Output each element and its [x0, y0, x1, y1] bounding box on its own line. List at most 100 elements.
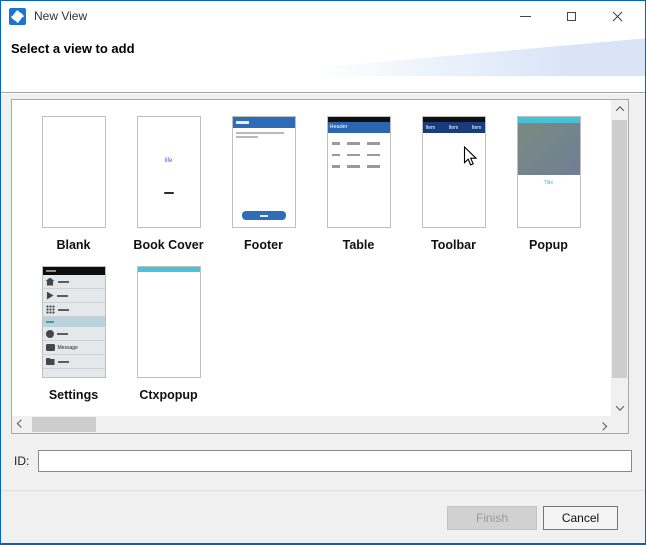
- footer-button: [242, 211, 286, 220]
- horizontal-scrollbar-thumb[interactable]: [32, 417, 96, 432]
- settings-list-item: [43, 355, 105, 369]
- gallery-item-label: Ctxpopup: [139, 388, 197, 402]
- wizard-banner: Select a view to add: [1, 31, 645, 93]
- gallery-item-thumbnail-footer: [232, 116, 296, 228]
- gallery-item-ctxpopup[interactable]: Ctxpopup: [121, 266, 216, 402]
- scrollbar-corner: [611, 416, 628, 433]
- gallery-item-bookcover[interactable]: lifeBook Cover: [121, 116, 216, 252]
- id-row: ID:: [14, 450, 632, 472]
- maximize-button[interactable]: [548, 1, 594, 31]
- text-line: [236, 136, 258, 138]
- gallery-item-toolbar[interactable]: ItemItemItemToolbar: [406, 116, 501, 252]
- scroll-left-button[interactable]: [12, 416, 29, 433]
- table-cell-bar: [332, 142, 340, 145]
- apps-grid-icon: [46, 305, 55, 314]
- table-cell-bar: [332, 154, 340, 157]
- gallery-item-popup[interactable]: Title Popup: [501, 116, 596, 252]
- gallery-item-label: Table: [343, 238, 375, 252]
- gallery-item-label: Settings: [49, 388, 98, 402]
- toolbar-item-text: Item: [472, 125, 482, 131]
- gallery-item-settings[interactable]: Message Settings: [26, 266, 121, 402]
- table-cell-bar: [347, 142, 360, 145]
- window-controls: [502, 1, 640, 31]
- footer-header-bar: [233, 117, 295, 128]
- cancel-button[interactable]: Cancel: [543, 506, 618, 530]
- horizontal-scrollbar[interactable]: [12, 416, 611, 433]
- settings-list-item: [43, 289, 105, 303]
- id-label: ID:: [14, 454, 29, 468]
- footer-button-text-bar: [260, 215, 268, 217]
- ctxpopup-accent-strip: [138, 267, 200, 272]
- home-icon: [46, 278, 55, 286]
- settings-item-label-bar: [58, 309, 69, 311]
- vertical-scrollbar-thumb[interactable]: [612, 120, 627, 378]
- settings-item-label-bar: [58, 281, 69, 283]
- folder-icon: [46, 358, 55, 365]
- view-gallery: Blank lifeBook Cover Footer Header Table Item…: [12, 100, 611, 416]
- button-bar: Finish Cancel: [1, 491, 645, 543]
- divider-text-bar: [46, 321, 54, 323]
- settings-section-divider: [43, 317, 105, 327]
- settings-list-item: [43, 303, 105, 317]
- dialog-body: Blank lifeBook Cover Footer Header Table Item…: [1, 94, 645, 490]
- gallery-item-thumbnail-settings: Message: [42, 266, 106, 378]
- gallery-item-label: Toolbar: [431, 238, 476, 252]
- chevron-down-icon: [615, 402, 623, 410]
- maximize-icon: [567, 12, 576, 21]
- id-input[interactable]: [38, 450, 632, 472]
- toolbar-item-text: Item: [449, 125, 459, 131]
- settings-list-item: [43, 275, 105, 289]
- vertical-scrollbar[interactable]: [611, 100, 628, 416]
- popup-title-text: Title: [518, 180, 580, 186]
- footer-header-text-bar: [236, 121, 249, 124]
- close-button[interactable]: [594, 1, 640, 31]
- chevron-up-icon: [615, 106, 623, 114]
- minimize-icon: [520, 16, 531, 17]
- new-view-dialog: { "window": { "title": "New View" }, "he…: [0, 0, 646, 545]
- gallery-item-label: Footer: [244, 238, 283, 252]
- minimize-button[interactable]: [502, 1, 548, 31]
- message-icon: [46, 344, 55, 351]
- play-icon: [46, 292, 54, 300]
- table-cell-bar: [367, 165, 380, 168]
- banner-title: Select a view to add: [11, 41, 135, 56]
- gallery-item-label: Blank: [56, 238, 90, 252]
- gallery-item-thumbnail-toolbar: ItemItemItem: [422, 116, 486, 228]
- gallery-item-label: Popup: [529, 238, 568, 252]
- settings-list-item: Message: [43, 341, 105, 355]
- scroll-down-button[interactable]: [611, 399, 628, 416]
- table-row: [328, 154, 390, 157]
- gallery-item-blank[interactable]: Blank: [26, 116, 121, 252]
- view-gallery-panel: Blank lifeBook Cover Footer Header Table Item…: [11, 99, 629, 434]
- scroll-up-button[interactable]: [611, 100, 628, 117]
- scroll-right-button[interactable]: [594, 416, 611, 433]
- gallery-item-thumbnail-table: Header: [327, 116, 391, 228]
- table-header-bar: Header: [328, 122, 390, 133]
- settings-list-item: [43, 327, 105, 341]
- bookcover-signature-mark: [164, 192, 174, 194]
- gallery-item-thumbnail-bookcover: life: [137, 116, 201, 228]
- gallery-item-thumbnail-ctxpopup: [137, 266, 201, 378]
- table-cell-bar: [347, 165, 360, 168]
- window-title: New View: [34, 9, 87, 23]
- status-bar: [43, 267, 105, 275]
- status-text-bar: [46, 270, 56, 272]
- settings-item-label-bar: [57, 295, 68, 297]
- title-bar: New View: [1, 1, 645, 31]
- settings-item-label: Message: [58, 345, 78, 351]
- settings-item-label-bar: [57, 333, 68, 335]
- popup-image: [518, 123, 580, 175]
- chevron-left-icon: [16, 419, 24, 427]
- table-cell-bar: [367, 142, 380, 145]
- table-cell-bar: [332, 165, 340, 168]
- finish-button[interactable]: Finish: [447, 506, 537, 530]
- gallery-item-table[interactable]: Header Table: [311, 116, 406, 252]
- table-cell-bar: [347, 154, 360, 157]
- gallery-item-thumbnail-blank: [42, 116, 106, 228]
- footer-body-text: [233, 128, 295, 138]
- toolbar-items-bar: ItemItemItem: [423, 122, 485, 133]
- gallery-item-footer[interactable]: Footer: [216, 116, 311, 252]
- close-icon: [611, 10, 624, 23]
- table-cell-bar: [367, 154, 380, 157]
- settings-item-label-bar: [58, 361, 69, 363]
